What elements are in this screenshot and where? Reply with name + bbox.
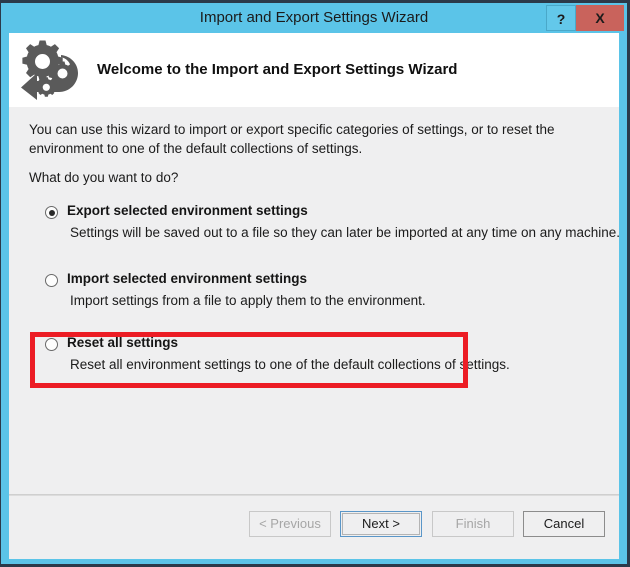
next-button[interactable]: Next >: [340, 511, 422, 537]
finish-button[interactable]: Finish: [432, 511, 514, 537]
title-bar[interactable]: Import and Export Settings Wizard ? X: [1, 3, 627, 33]
previous-button[interactable]: < Previous: [249, 511, 331, 537]
close-button[interactable]: X: [576, 5, 624, 31]
question-label: What do you want to do?: [29, 170, 179, 185]
radio-description-export: Settings will be saved out to a file so …: [70, 225, 621, 240]
window-title: Import and Export Settings Wizard: [199, 9, 429, 26]
radio-label-export: Export selected environment settings: [67, 203, 308, 218]
gears-refresh-icon: [17, 37, 89, 103]
radio-label-reset: Reset all settings: [67, 335, 179, 350]
cancel-button[interactable]: Cancel: [523, 511, 605, 537]
radio-description-import: Import settings from a file to apply the…: [70, 293, 426, 308]
radio-button-reset[interactable]: [45, 338, 58, 351]
radio-button-import[interactable]: [45, 274, 58, 287]
radio-label-import: Import selected environment settings: [67, 271, 308, 286]
radio-button-export[interactable]: [45, 206, 58, 219]
wizard-body: You can use this wizard to import or exp…: [9, 107, 621, 559]
intro-paragraph: You can use this wizard to import or exp…: [29, 122, 555, 156]
wizard-header: Welcome to the Import and Export Setting…: [9, 33, 619, 107]
wizard-header-title: Welcome to the Import and Export Setting…: [97, 61, 458, 78]
wizard-window: Import and Export Settings Wizard ? X We…: [0, 0, 630, 567]
radio-description-reset: Reset all environment settings to one of…: [70, 357, 510, 372]
help-button[interactable]: ?: [546, 5, 576, 31]
footer-divider: [9, 494, 619, 496]
